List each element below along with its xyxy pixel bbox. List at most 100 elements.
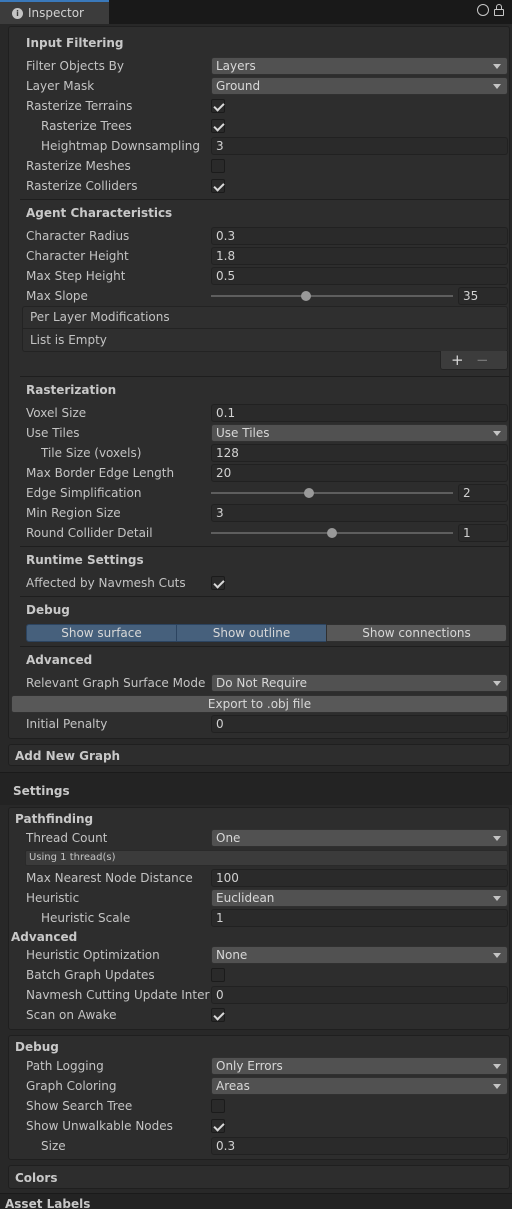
heuristic-dropdown[interactable]: Euclidean <box>211 889 508 907</box>
agent-characteristics-header: Agent Characteristics <box>26 206 173 220</box>
scan-on-awake-checkbox[interactable] <box>211 1008 225 1022</box>
show-surface-button[interactable]: Show surface <box>26 624 177 642</box>
thread-info-box: Using 1 thread(s) <box>25 850 508 866</box>
settings-advanced-header: Advanced <box>11 930 78 944</box>
lock-icon[interactable] <box>494 4 504 16</box>
divider <box>20 376 509 377</box>
menu-icon[interactable] <box>477 4 489 16</box>
edge-simplification-field[interactable]: 2 <box>458 484 508 502</box>
initial-penalty-label: Initial Penalty <box>26 717 108 731</box>
show-search-tree-checkbox[interactable] <box>211 1099 225 1113</box>
heuristic-scale-label: Heuristic Scale <box>41 911 131 925</box>
dropdown-arrow-icon <box>493 953 501 958</box>
rasterize-trees-checkbox[interactable] <box>211 119 225 133</box>
surface-mode-dropdown[interactable]: Do Not Require <box>211 674 508 692</box>
tab-label: Inspector <box>28 6 84 20</box>
rasterize-colliders-label: Rasterize Colliders <box>26 179 138 193</box>
heuristic-optimization-label: Heuristic Optimization <box>26 948 160 962</box>
rasterize-colliders-checkbox[interactable] <box>211 179 225 193</box>
rasterize-terrains-checkbox[interactable] <box>211 99 225 113</box>
add-icon[interactable]: + <box>451 351 464 369</box>
path-logging-label: Path Logging <box>26 1059 104 1073</box>
show-connections-button[interactable]: Show connections <box>326 624 507 642</box>
size-label: Size <box>41 1139 66 1153</box>
size-field[interactable]: 0.3 <box>211 1137 508 1155</box>
edge-simplification-slider-track[interactable] <box>211 492 453 494</box>
thread-count-value: One <box>216 831 241 845</box>
tab-inspector[interactable]: i Inspector <box>0 0 109 24</box>
tile-size-field[interactable]: 128 <box>211 444 508 462</box>
show-search-tree-label: Show Search Tree <box>26 1099 133 1113</box>
per-layer-title: Per Layer Modifications <box>30 310 170 324</box>
surface-mode-label: Relevant Graph Surface Mode <box>26 676 206 690</box>
settings-bar[interactable] <box>0 773 512 805</box>
rasterize-trees-label: Rasterize Trees <box>41 119 132 133</box>
dropdown-arrow-icon <box>493 64 501 69</box>
divider <box>20 596 509 597</box>
path-logging-dropdown[interactable]: Only Errors <box>211 1057 508 1075</box>
surface-mode-value: Do Not Require <box>216 676 308 690</box>
initial-penalty-field[interactable]: 0 <box>211 715 508 733</box>
rasterize-meshes-label: Rasterize Meshes <box>26 159 131 173</box>
remove-icon[interactable]: − <box>476 351 489 369</box>
character-height-label: Character Height <box>26 249 129 263</box>
round-collider-detail-field[interactable]: 1 <box>458 524 508 542</box>
layer-mask-dropdown[interactable]: Ground <box>211 77 508 95</box>
rasterize-meshes-checkbox[interactable] <box>211 159 225 173</box>
export-obj-button[interactable]: Export to .obj file <box>11 695 508 713</box>
settings-header: Settings <box>13 784 70 798</box>
use-tiles-dropdown[interactable]: Use Tiles <box>211 424 508 442</box>
layer-mask-value: Ground <box>216 79 261 93</box>
filter-objects-by-dropdown[interactable]: Layers <box>211 57 508 75</box>
edge-simplification-slider-thumb[interactable] <box>304 488 314 498</box>
dropdown-arrow-icon <box>493 1064 501 1069</box>
max-border-edge-field[interactable]: 20 <box>211 464 508 482</box>
colors-panel[interactable] <box>8 1165 510 1189</box>
round-collider-slider-thumb[interactable] <box>327 528 337 538</box>
min-region-size-field[interactable]: 3 <box>211 504 508 522</box>
show-outline-button[interactable]: Show outline <box>176 624 327 642</box>
divider <box>20 646 509 647</box>
graph-coloring-value: Areas <box>216 1079 250 1093</box>
batch-updates-checkbox[interactable] <box>211 968 225 982</box>
dropdown-arrow-icon <box>493 1084 501 1089</box>
asset-labels-header: Asset Labels <box>5 1197 91 1209</box>
voxel-size-field[interactable]: 0.1 <box>211 404 508 422</box>
path-logging-value: Only Errors <box>216 1059 283 1073</box>
max-slope-label: Max Slope <box>26 289 88 303</box>
character-height-field[interactable]: 1.8 <box>211 247 508 265</box>
heuristic-optimization-value: None <box>216 948 248 962</box>
max-slope-field[interactable]: 35 <box>458 287 508 305</box>
list-add-remove: + − <box>440 351 508 370</box>
filter-objects-by-label: Filter Objects By <box>26 59 125 73</box>
dropdown-arrow-icon <box>493 431 501 436</box>
heuristic-optimization-dropdown[interactable]: None <box>211 946 508 964</box>
settings-debug-header: Debug <box>15 1040 59 1054</box>
heuristic-scale-field[interactable]: 1 <box>211 909 508 927</box>
scan-on-awake-label: Scan on Awake <box>26 1008 117 1022</box>
cutting-interval-field[interactable]: 0 <box>211 986 508 1004</box>
dropdown-arrow-icon <box>493 84 501 89</box>
dropdown-arrow-icon <box>493 896 501 901</box>
filter-objects-by-value: Layers <box>216 59 256 73</box>
use-tiles-value: Use Tiles <box>216 426 270 440</box>
rasterize-terrains-label: Rasterize Terrains <box>26 99 133 113</box>
max-slope-slider-thumb[interactable] <box>301 291 311 301</box>
layer-mask-label: Layer Mask <box>26 79 95 93</box>
divider <box>20 199 509 200</box>
max-step-height-field[interactable]: 0.5 <box>211 267 508 285</box>
show-unwalkable-checkbox[interactable] <box>211 1119 225 1133</box>
max-nearest-field[interactable]: 100 <box>211 869 508 887</box>
character-radius-field[interactable]: 0.3 <box>211 227 508 245</box>
max-slope-slider-track[interactable] <box>211 295 453 297</box>
heuristic-label: Heuristic <box>26 891 80 905</box>
show-unwalkable-label: Show Unwalkable Nodes <box>26 1119 173 1133</box>
affected-by-cuts-checkbox[interactable] <box>211 576 225 590</box>
rasterization-header: Rasterization <box>26 383 117 397</box>
graph-coloring-dropdown[interactable]: Areas <box>211 1077 508 1095</box>
heightmap-downsampling-field[interactable]: 3 <box>211 137 508 155</box>
edge-simplification-label: Edge Simplification <box>26 486 142 500</box>
round-collider-detail-label: Round Collider Detail <box>26 526 153 540</box>
thread-count-dropdown[interactable]: One <box>211 829 508 847</box>
min-region-size-label: Min Region Size <box>26 506 121 520</box>
